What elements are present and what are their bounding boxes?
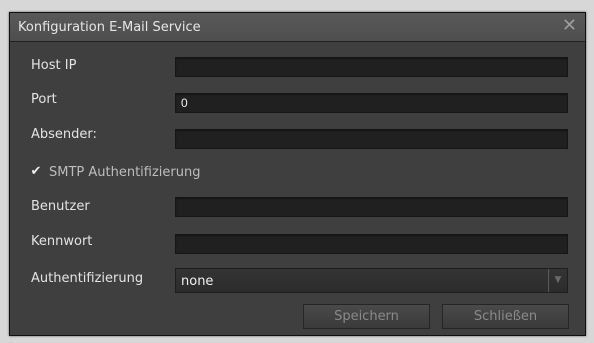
absender-label: Absender: <box>31 127 97 142</box>
absender-input[interactable] <box>175 129 568 149</box>
benutzer-input[interactable] <box>175 197 568 217</box>
kennwort-label: Kennwort <box>31 234 93 249</box>
close-icon[interactable]: ✕ <box>562 16 577 36</box>
port-label: Port <box>31 92 57 107</box>
host-ip-input[interactable] <box>175 57 568 77</box>
chevron-down-icon[interactable]: ▼ <box>548 269 567 292</box>
auth-select-value: none <box>181 274 214 289</box>
host-ip-label: Host IP <box>31 58 77 73</box>
close-button[interactable]: Schließen <box>442 304 569 329</box>
dialog-title: Konfiguration E-Mail Service <box>18 20 201 35</box>
auth-label: Authentifizierung <box>31 271 144 286</box>
dialog-titlebar: Konfiguration E-Mail Service ✕ <box>10 13 585 42</box>
email-service-dialog: Konfiguration E-Mail Service ✕ Host IP P… <box>9 12 586 336</box>
port-input[interactable] <box>175 93 568 113</box>
benutzer-label: Benutzer <box>31 199 90 214</box>
kennwort-input[interactable] <box>175 234 568 254</box>
save-button[interactable]: Speichern <box>303 304 430 329</box>
smtp-auth-label: SMTP Authentifizierung <box>49 165 201 180</box>
smtp-auth-checkbox[interactable]: ✔ <box>28 164 44 180</box>
auth-select[interactable]: none ▼ <box>175 268 568 293</box>
